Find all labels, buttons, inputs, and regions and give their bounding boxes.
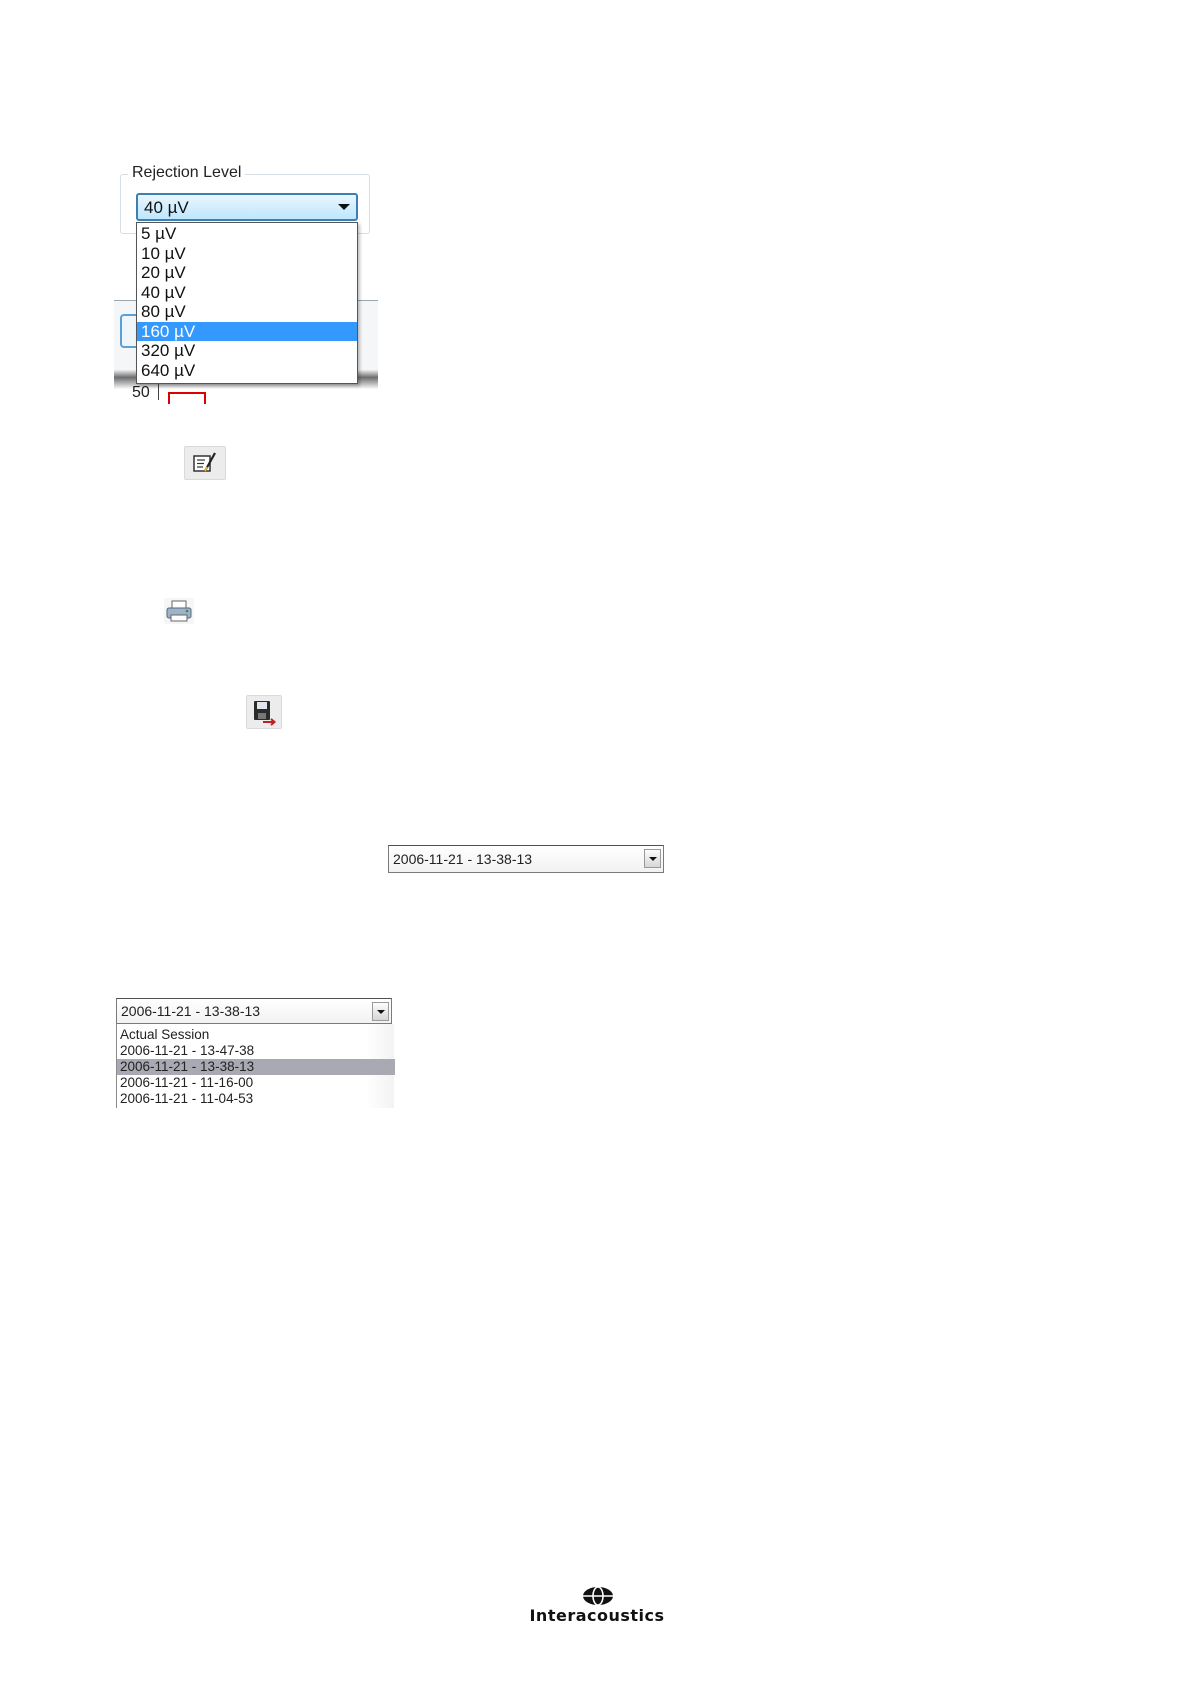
interacoustics-logo-icon bbox=[582, 1586, 614, 1606]
rejection-level-combobox[interactable]: 40 µV bbox=[136, 193, 358, 221]
session-option-actual[interactable]: Actual Session bbox=[117, 1027, 395, 1043]
session-option-3[interactable]: 2006-11-21 - 11-16-00 bbox=[117, 1075, 395, 1091]
session-option-2[interactable]: 2006-11-21 - 13-38-13 bbox=[117, 1059, 395, 1075]
rejection-option-10[interactable]: 10 µV bbox=[137, 244, 357, 264]
rejection-option-320[interactable]: 320 µV bbox=[137, 341, 357, 361]
printer-icon[interactable] bbox=[164, 598, 194, 624]
session-dropdown-list: Actual Session 2006-11-21 - 13-47-38 200… bbox=[116, 1024, 395, 1108]
rejection-option-640[interactable]: 640 µV bbox=[137, 361, 357, 381]
rejection-option-20[interactable]: 20 µV bbox=[137, 263, 357, 283]
session-option-1[interactable]: 2006-11-21 - 13-47-38 bbox=[117, 1043, 395, 1059]
rejection-option-5[interactable]: 5 µV bbox=[137, 224, 357, 244]
chevron-down-icon[interactable] bbox=[644, 849, 661, 868]
rejection-level-label: Rejection Level bbox=[128, 164, 246, 182]
chevron-down-icon[interactable] bbox=[338, 204, 350, 210]
background-red-marker bbox=[168, 392, 206, 404]
rejection-option-40[interactable]: 40 µV bbox=[137, 283, 357, 303]
session-combobox-open[interactable]: 2006-11-21 - 13-38-13 bbox=[116, 998, 392, 1024]
session-option-4[interactable]: 2006-11-21 - 11-04-53 bbox=[117, 1091, 395, 1107]
edit-report-icon[interactable] bbox=[184, 446, 226, 480]
rejection-option-160[interactable]: 160 µV bbox=[137, 321, 357, 341]
chevron-down-icon[interactable] bbox=[372, 1002, 389, 1021]
session-combobox[interactable]: 2006-11-21 - 13-38-13 bbox=[388, 845, 664, 873]
rejection-level-dropdown-list: 5 µV 10 µV 20 µV 40 µV 80 µV 160 µV 320 … bbox=[136, 222, 358, 384]
background-axis-label: 50 bbox=[132, 384, 150, 401]
session-open-selected-value: 2006-11-21 - 13-38-13 bbox=[121, 1003, 261, 1019]
interacoustics-logo-text: Interacoustics bbox=[529, 1606, 665, 1625]
save-export-icon[interactable] bbox=[246, 695, 282, 729]
rejection-level-selected-value: 40 µV bbox=[144, 198, 189, 217]
session-selected-value: 2006-11-21 - 13-38-13 bbox=[393, 851, 533, 867]
rejection-option-80[interactable]: 80 µV bbox=[137, 302, 357, 322]
